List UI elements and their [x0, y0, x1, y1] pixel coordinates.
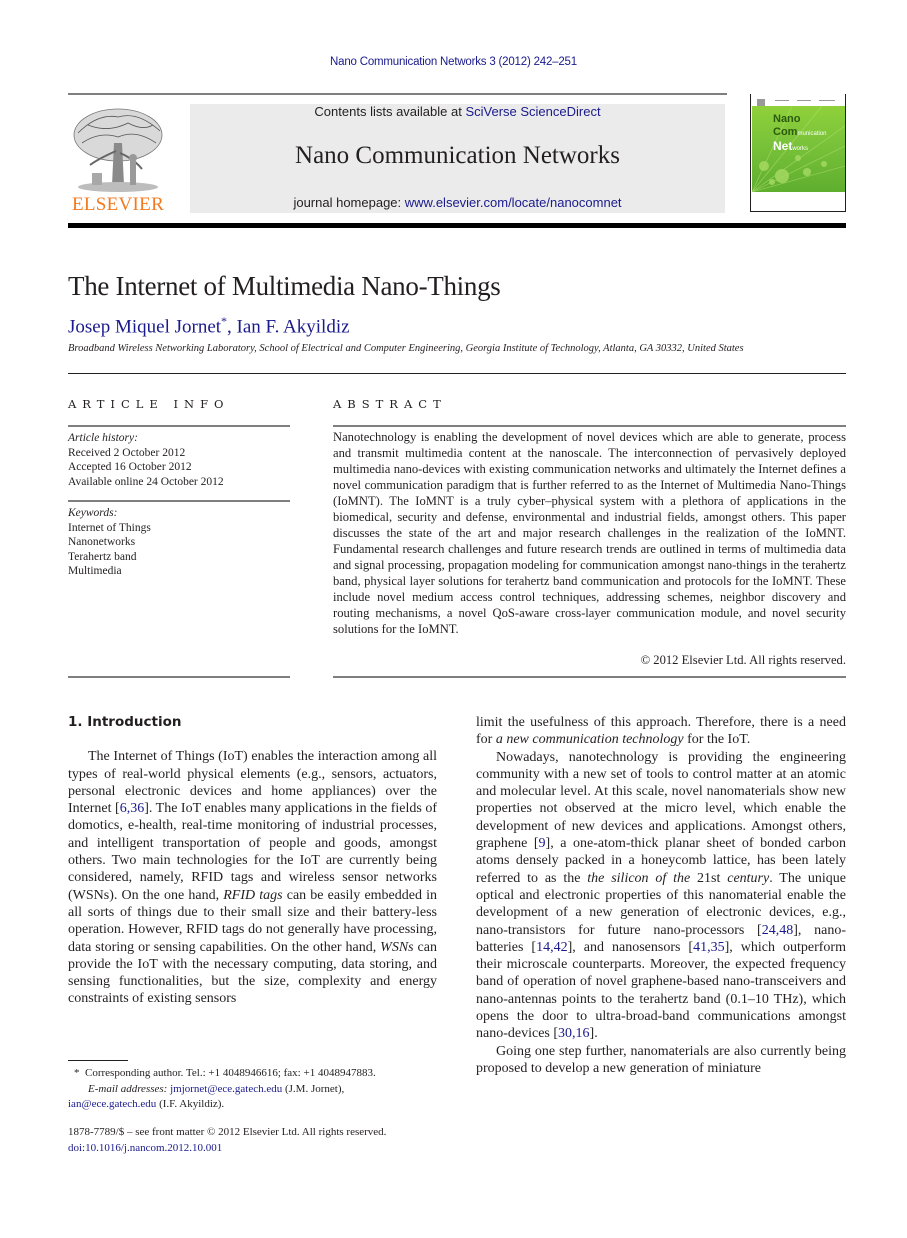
paragraph: The Internet of Things (IoT) enables the… [68, 748, 437, 1007]
author-affiliation: Broadband Wireless Networking Laboratory… [68, 343, 744, 354]
article-title: The Internet of Multimedia Nano-Things [68, 271, 501, 301]
doi-link[interactable]: doi:10.1016/j.nancom.2012.10.001 [68, 1140, 448, 1156]
contents-prefix: Contents lists available at [314, 104, 466, 119]
cover-title-line3-small: works [792, 146, 809, 152]
email-owner: (I.F. Akyildiz). [156, 1098, 225, 1110]
text-run: ], and nanosensors [ [567, 939, 694, 955]
abstract-text: Nanotechnology is enabling the developme… [333, 430, 846, 636]
citation-link[interactable]: 14,42 [536, 940, 568, 955]
running-header[interactable]: Nano Communication Networks 3 (2012) 242… [0, 56, 907, 68]
footnotes: * Corresponding author. Tel.: +1 4048946… [68, 1066, 448, 1113]
emphasis: the silicon of the [587, 870, 691, 886]
text-run: 21st [690, 870, 728, 886]
article-info-rule [68, 425, 290, 427]
text-run: for the IoT. [683, 732, 751, 748]
author-separator: , [227, 316, 237, 338]
cover-title-line2-big: Com [773, 126, 798, 138]
issn-line: 1878-7789/$ – see front matter © 2012 El… [68, 1126, 387, 1138]
abstract-copyright: © 2012 Elsevier Ltd. All rights reserved… [640, 653, 846, 667]
keyword: Nanonetworks [68, 536, 136, 548]
email-label: E-mail addresses: [88, 1082, 168, 1095]
article-info-rule [68, 676, 290, 678]
keywords-list: Keywords: Internet of Things Nanonetwork… [68, 506, 151, 579]
email-owner: (J.M. Jornet), [282, 1082, 345, 1095]
contents-line: Contents lists available at SciVerse Sci… [190, 104, 725, 119]
header-rule [68, 93, 727, 95]
footnote-star: * [74, 1067, 80, 1079]
abstract-heading: ABSTRACT [333, 397, 447, 411]
email-footnote-cont: ian@ece.gatech.edu (I.F. Akyildiz). [68, 1097, 448, 1113]
body-column-left: 1. Introduction The Internet of Things (… [68, 714, 437, 1008]
issn-block: 1878-7789/$ – see front matter © 2012 El… [68, 1124, 448, 1156]
history-online: Available online 24 October 2012 [68, 475, 224, 488]
body-column-right: limit the usefulness of this approach. T… [476, 714, 846, 1077]
keyword: Multimedia [68, 565, 122, 577]
cover-title: Nano Communication Networks [773, 114, 826, 155]
sciencedirect-link[interactable]: SciVerse ScienceDirect [465, 104, 600, 119]
footnote-rule [68, 1060, 128, 1061]
email-link[interactable]: ian@ece.gatech.edu [68, 1098, 156, 1110]
homepage-prefix: journal homepage: [293, 195, 405, 210]
paragraph-continued: limit the usefulness of this approach. T… [476, 714, 846, 749]
citation-link[interactable]: 41,35 [693, 940, 725, 955]
article-history: Article history: Received 2 October 2012… [68, 431, 224, 489]
paragraph: Going one step further, nanomaterials ar… [476, 1043, 846, 1076]
keyword: Terahertz band [68, 550, 137, 563]
abstract-rule [333, 425, 846, 427]
text-run: ]. [589, 1026, 598, 1042]
elsevier-wordmark[interactable]: ELSEVIER [68, 194, 168, 216]
masthead-divider [68, 223, 846, 228]
emphasis: WSNs [380, 939, 414, 955]
keyword: Internet of Things [68, 521, 151, 534]
emphasis: century [727, 870, 770, 886]
emphasis: RFID tags [223, 887, 283, 903]
author-list: Josep Miquel Jornet*, Ian F. Akyildiz [68, 314, 350, 338]
article-info-heading: ARTICLE INFO [68, 397, 230, 411]
cover-title-line1: Nano [773, 113, 801, 125]
abstract-rule [333, 676, 846, 678]
corresponding-author-footnote: * Corresponding author. Tel.: +1 4048946… [68, 1066, 448, 1082]
footnote-text: Corresponding author. Tel.: +1 404894661… [85, 1067, 376, 1079]
journal-name: Nano Communication Networks [295, 142, 620, 169]
history-label: Article history: [68, 432, 138, 444]
homepage-link[interactable]: www.elsevier.com/locate/nanocomnet [405, 195, 622, 210]
history-received: Received 2 October 2012 [68, 446, 186, 459]
cover-title-line2-small: munication [797, 131, 827, 137]
homepage-line: journal homepage: www.elsevier.com/locat… [190, 195, 725, 210]
citation-link[interactable]: 24,48 [762, 923, 794, 938]
cover-title-line3-big: Net [773, 139, 793, 153]
citation-link[interactable]: 9 [539, 836, 546, 851]
keywords-label: Keywords: [68, 507, 118, 519]
article-info-rule [68, 500, 290, 502]
citation-link[interactable]: 6,36 [120, 801, 145, 816]
title-divider [68, 373, 846, 374]
text-run: ], which outperform their microscale cou… [476, 939, 846, 1042]
emphasis: a new communication technology [495, 732, 684, 748]
citation-link[interactable]: 30,16 [558, 1026, 590, 1041]
section-heading: 1. Introduction [68, 714, 182, 730]
email-footnote: E-mail addresses: jmjornet@ece.gatech.ed… [68, 1082, 448, 1098]
author-name[interactable]: Josep Miquel Jornet [68, 316, 221, 337]
paragraph: Nowadays, nanotechnology is providing th… [476, 749, 846, 1043]
author-name[interactable]: Ian F. Akyildiz [237, 316, 350, 337]
journal-cover-thumbnail[interactable]: Nano Communication Networks [750, 94, 846, 212]
journal-banner: Contents lists available at SciVerse Sci… [190, 104, 725, 213]
history-accepted: Accepted 16 October 2012 [68, 461, 192, 473]
email-link[interactable]: jmjornet@ece.gatech.edu [170, 1083, 282, 1095]
